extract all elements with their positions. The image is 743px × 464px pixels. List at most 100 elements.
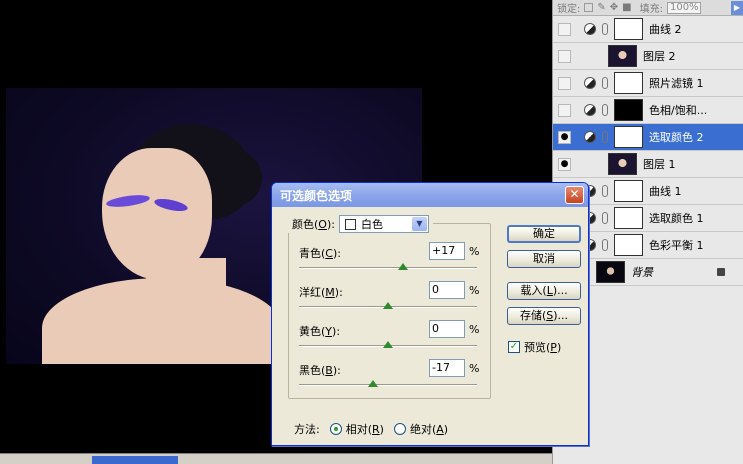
layer-mask-thumbnail[interactable] (614, 207, 643, 229)
layer-name: 选取颜色 2 (649, 131, 704, 144)
slider-thumb[interactable] (383, 341, 393, 348)
layer-mask-thumbnail[interactable] (614, 234, 643, 256)
relative-label: 相对(R) (345, 423, 384, 436)
link-icon[interactable] (602, 131, 608, 143)
lock-paint-icon[interactable]: ✎ (597, 2, 605, 13)
layer-name: 选取颜色 1 (649, 212, 704, 225)
adjustment-layer-icon (584, 131, 596, 143)
layer-mask-thumbnail[interactable] (614, 126, 643, 148)
percent-label: % (469, 284, 480, 297)
adjustment-layer-icon (584, 23, 596, 35)
color-select-value: 白色 (360, 218, 383, 231)
ok-button[interactable]: 确定 (507, 225, 581, 243)
absolute-radio[interactable] (393, 423, 406, 435)
layer-name: 图层 1 (643, 158, 676, 171)
percent-label: % (469, 362, 480, 375)
slider-b: 黑色(B): -17% (299, 359, 489, 398)
selective-color-dialog: 可选颜色选项 ✕ 颜色(O): 白色 ▼ 青色(C): +17% 洋红(M): 0% 黄… (271, 182, 589, 446)
slider-thumb[interactable] (398, 263, 409, 270)
chevron-down-icon[interactable]: ▼ (411, 217, 427, 231)
lock-move-icon[interactable]: ✥ (610, 2, 618, 13)
layer-name: 曲线 2 (649, 23, 682, 36)
lock-bar: 锁定: ✎ ✥ ■ 填充: 100% ▶ (553, 0, 743, 16)
visibility-eye-icon[interactable]: ● (558, 157, 571, 171)
slider-track[interactable] (299, 384, 477, 386)
preview-checkbox-row[interactable]: ✓ 预览(P) (508, 339, 561, 355)
dialog-title: 可选颜色选项 (280, 188, 353, 203)
slider-y: 黄色(Y): 0% (299, 320, 489, 359)
visibility-eye-icon[interactable] (558, 103, 571, 117)
method-row: 方法: 相对(R) 绝对(A) (294, 421, 448, 437)
relative-radio[interactable] (329, 423, 342, 435)
slider-label: 青色(C): (299, 247, 341, 260)
adjustment-layer-icon (584, 104, 596, 116)
layer-mask-thumbnail[interactable] (614, 180, 643, 202)
layer-row[interactable]: 色相/饱和... (553, 97, 743, 124)
absolute-label: 绝对(A) (409, 423, 449, 436)
close-icon: ✕ (569, 187, 580, 201)
value-input[interactable]: +17 (429, 242, 465, 260)
lock-icon (717, 268, 725, 276)
lock-transparency-icon[interactable] (584, 3, 594, 12)
layer-name: 色彩平衡 1 (649, 239, 704, 252)
layer-name: 背景 (631, 266, 653, 279)
slider-thumb[interactable] (367, 380, 378, 387)
visibility-eye-icon[interactable] (558, 76, 571, 90)
percent-label: % (469, 323, 480, 336)
layer-thumbnail[interactable] (608, 153, 637, 175)
layer-row[interactable]: 图层 2 (553, 43, 743, 70)
layer-mask-thumbnail[interactable] (614, 18, 643, 40)
layer-name: 色相/饱和... (649, 104, 708, 117)
layer-row[interactable]: ● 图层 1 (553, 151, 743, 178)
layer-row[interactable]: 曲线 2 (553, 16, 743, 43)
save-button[interactable]: 存储(S)... (507, 307, 581, 325)
layer-name: 曲线 1 (649, 185, 682, 198)
slider-label: 黄色(Y): (299, 325, 341, 338)
visibility-eye-icon[interactable]: ● (558, 130, 571, 144)
lock-label: 锁定: (557, 4, 581, 15)
dialog-titlebar[interactable]: 可选颜色选项 (272, 183, 588, 207)
link-icon[interactable] (602, 77, 608, 89)
preview-checkbox[interactable]: ✓ (508, 341, 520, 353)
link-icon[interactable] (602, 185, 608, 197)
slider-label: 黑色(B): (299, 364, 341, 377)
fill-arrow-icon[interactable]: ▶ (731, 0, 743, 15)
method-label: 方法: (294, 423, 320, 436)
layer-name: 照片滤镜 1 (649, 77, 704, 90)
load-button[interactable]: 载入(L)... (507, 282, 581, 300)
link-icon[interactable] (602, 212, 608, 224)
slider-thumb[interactable] (383, 302, 393, 309)
layer-thumbnail[interactable] (608, 45, 637, 67)
canvas-scrollbar[interactable] (0, 453, 552, 464)
slider-label: 洋红(M): (299, 286, 343, 299)
visibility-eye-icon[interactable] (558, 49, 571, 63)
color-select[interactable]: 白色 ▼ (338, 215, 429, 233)
adjustment-layer-icon (584, 77, 596, 89)
color-row: 颜色(O): 白色 ▼ (288, 215, 433, 233)
cancel-button[interactable]: 取消 (507, 250, 581, 268)
value-input[interactable]: 0 (429, 320, 465, 338)
slider-c: 青色(C): +17% (299, 242, 489, 281)
slider-track[interactable] (299, 267, 477, 269)
layer-name: 图层 2 (643, 50, 676, 63)
close-button[interactable]: ✕ (565, 186, 584, 204)
fill-label: 填充: (639, 4, 663, 15)
link-icon[interactable] (602, 104, 608, 116)
white-swatch-icon (344, 218, 356, 230)
link-icon[interactable] (602, 239, 608, 251)
lock-all-icon[interactable]: ■ (622, 2, 631, 13)
preview-label: 预览(P) (524, 341, 562, 354)
layer-row[interactable]: ● 选取颜色 2 (553, 124, 743, 151)
value-input[interactable]: -17 (429, 359, 465, 377)
link-icon[interactable] (602, 23, 608, 35)
percent-label: % (469, 245, 480, 258)
value-input[interactable]: 0 (429, 281, 465, 299)
layer-row[interactable]: 照片滤镜 1 (553, 70, 743, 97)
layer-mask-thumbnail[interactable] (614, 72, 643, 94)
fill-input[interactable]: 100% (666, 1, 701, 14)
visibility-eye-icon[interactable] (558, 22, 571, 36)
layer-mask-thumbnail[interactable] (614, 99, 643, 121)
layer-thumbnail[interactable] (596, 261, 625, 283)
color-label: 颜色(O): (292, 218, 335, 231)
slider-m: 洋红(M): 0% (299, 281, 489, 320)
